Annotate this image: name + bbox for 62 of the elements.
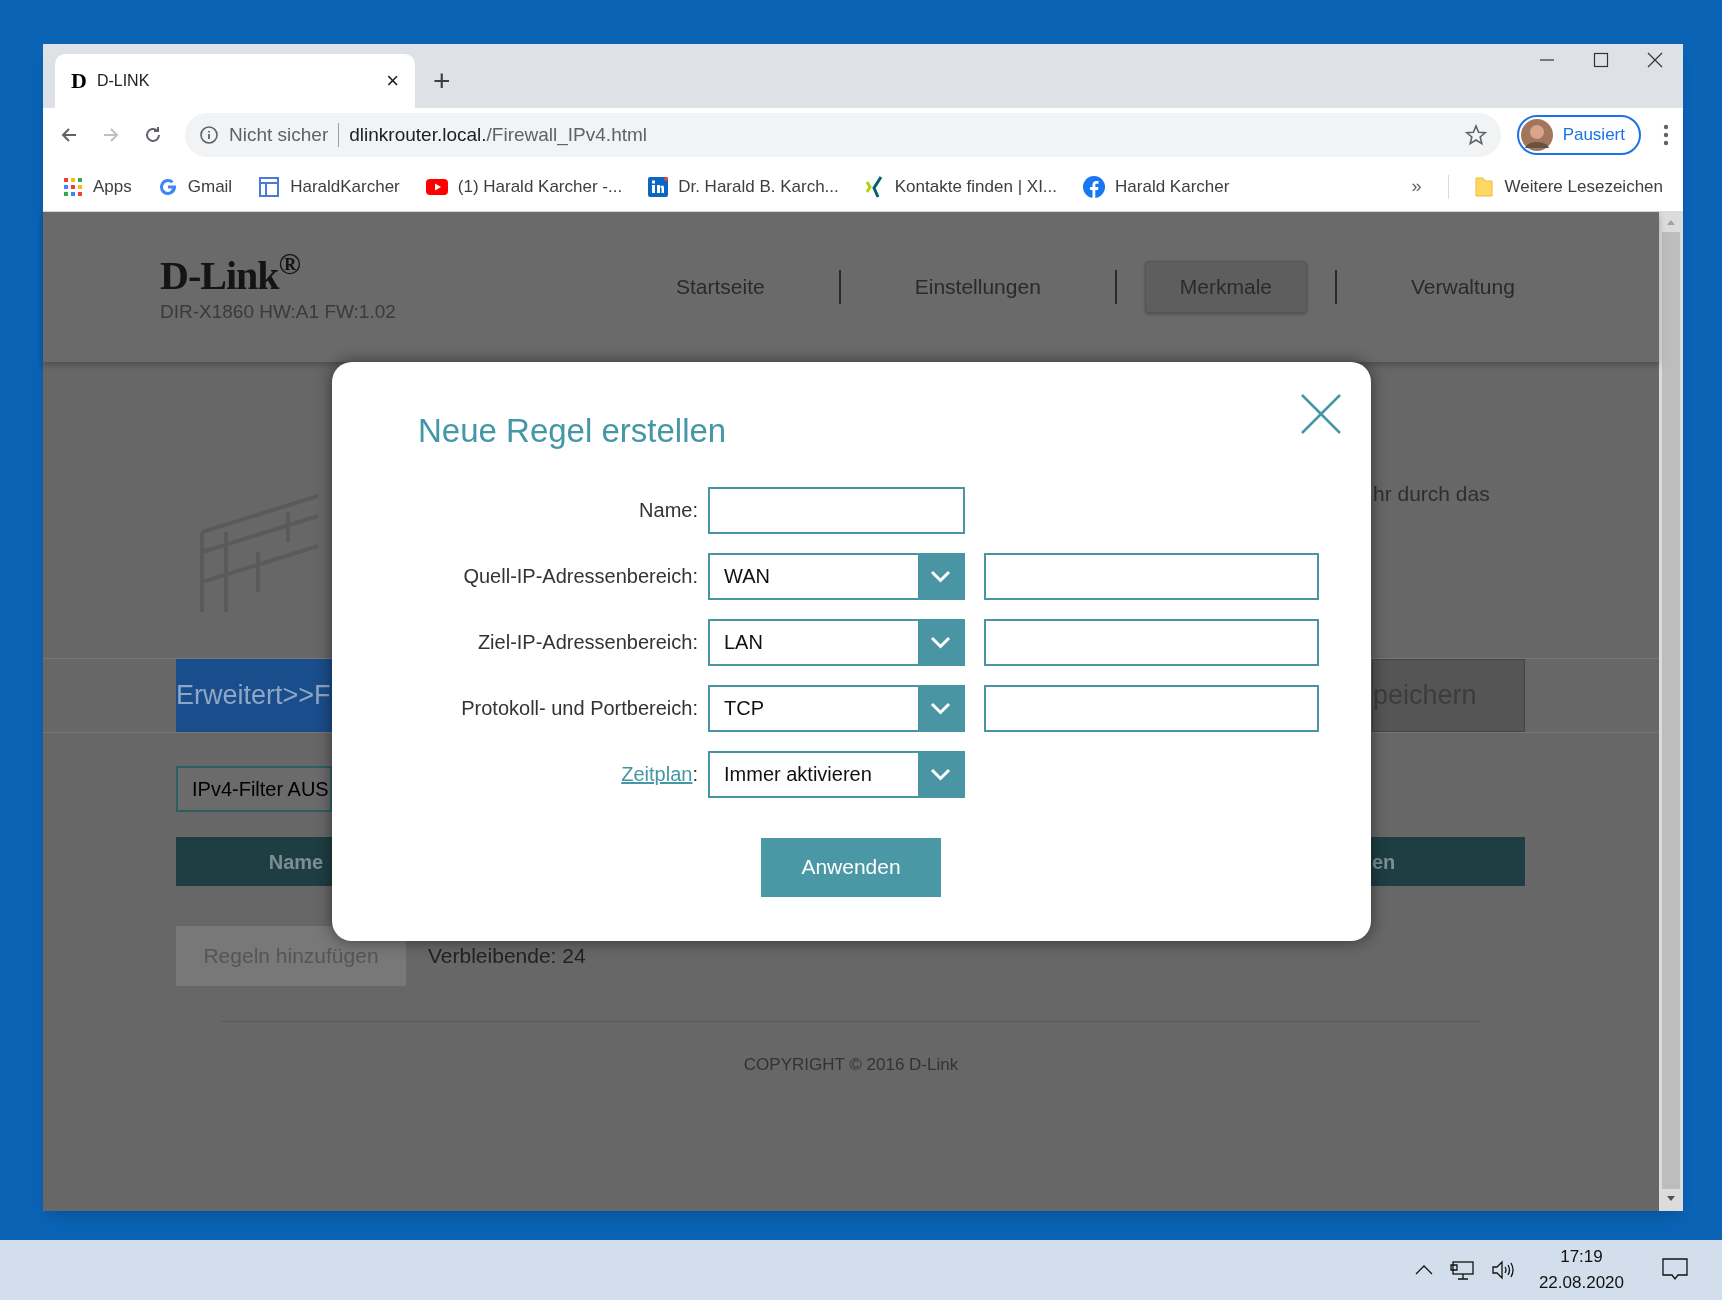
chevron-up-icon[interactable] [1414,1264,1433,1276]
bookmark-item[interactable]: HaraldKarcher [258,173,400,200]
favicon: D [71,70,87,92]
reload-icon[interactable] [143,125,163,145]
field-label: Quell-IP-Adressenbereich: [463,564,698,589]
page-layout-icon [258,175,281,198]
profile-square-icon [648,176,669,197]
address-bar[interactable]: Nicht sicher dlinkrouter.local./Firewall_IPv4.html [185,113,1501,157]
profile-button[interactable]: Pausiert [1516,115,1641,155]
dialog-title: Neue Regel erstellen [418,411,727,451]
name-input-field[interactable] [708,486,965,534]
field-label: Name: [639,498,698,523]
apps-grid-icon [63,176,83,197]
menu-icon[interactable] [1663,124,1669,146]
select-field[interactable]: TCP [708,684,965,732]
circle-logo-icon [1083,175,1106,198]
cross-mark-icon [864,175,885,198]
star-icon[interactable] [1464,124,1487,146]
select-field[interactable]: Immer aktivieren [708,750,965,798]
clock[interactable]: 17:19 22.08.2020 [1538,1244,1624,1296]
google-icon [157,176,178,197]
avatar-icon [1520,119,1553,151]
security-label: Nicht sicher [229,122,329,147]
scroll-down-icon[interactable] [1666,1195,1676,1203]
scroll-up-icon[interactable] [1666,218,1676,226]
bookmark-item[interactable]: Harald Karcher [1083,173,1230,200]
bookmark-item[interactable]: (1) Harald Karcher -... [425,173,623,200]
column-header: en [1372,849,1397,875]
notification-icon[interactable] [1662,1258,1688,1282]
browser-tab[interactable]: D D-LINK × [55,54,415,108]
range-input-field[interactable] [984,552,1319,600]
field-label: Protokoll- und Portbereich: [461,696,698,721]
bookmark-item[interactable]: Kontakte finden | XI... [864,173,1058,200]
info-icon [199,125,219,145]
select-field[interactable]: LAN [708,618,965,666]
maximize-icon[interactable] [1593,52,1609,68]
remaining-count: Verbleibende: 24 [428,943,586,970]
more-bookmarks-button[interactable]: » [1411,173,1422,200]
logo-text: D-Link$^{®}$ [160,255,301,296]
bookmark-item[interactable]: Dr. Harald B. Karch... [648,173,839,200]
range-input-field[interactable] [984,684,1319,732]
close-tab-button[interactable]: × [386,70,399,92]
url-text: dlinkrouter.local./Firewall_IPv4.html [349,122,648,148]
column-header: Name [267,849,325,875]
intro-text: hr durch das [1373,481,1490,504]
folder-icon [1474,175,1493,198]
play-button-icon [425,178,448,195]
speaker-icon[interactable] [1490,1259,1515,1281]
bookmark-folder[interactable]: Weitere Lesezeichen [1474,173,1663,200]
select-field[interactable]: WAN [708,552,965,600]
filter-select[interactable]: IPv4-Filter AUS [176,766,332,812]
bookmark-item[interactable]: Apps [63,173,132,200]
close-icon[interactable] [1647,52,1663,68]
bookmark-item[interactable]: Gmail [157,173,233,200]
network-icon[interactable] [1448,1259,1475,1281]
tab-title: D-LINK [96,71,151,91]
scrollbar[interactable] [1659,212,1683,1211]
breadcrumb-bar: Erweitert>>F [176,659,332,732]
new-tab-button[interactable]: + [433,66,451,96]
range-input-field[interactable] [984,618,1319,666]
label-colon: : [692,762,698,787]
field-label: Ziel-IP-Adressenbereich: [477,630,698,655]
